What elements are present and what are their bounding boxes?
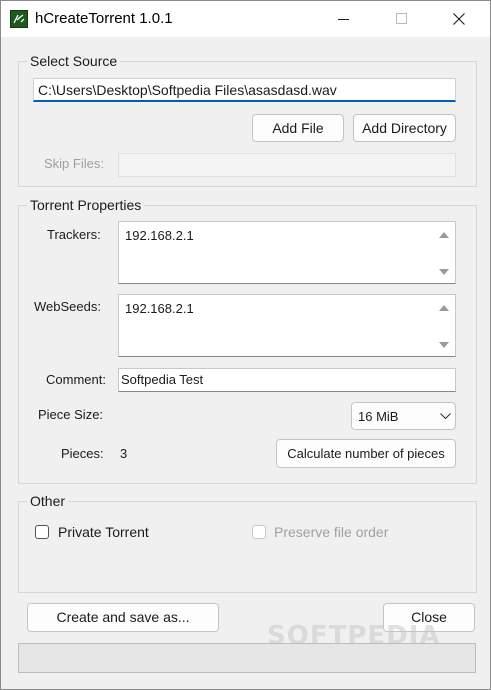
title-bar[interactable]: hCreateTorrent 1.0.1 <box>1 1 490 37</box>
comment-label: Comment: <box>46 372 106 387</box>
other-label: Other <box>27 493 69 509</box>
add-file-button[interactable]: Add File <box>252 114 344 142</box>
trackers-label: Trackers: <box>47 227 101 242</box>
window-title: hCreateTorrent 1.0.1 <box>35 10 173 27</box>
trackers-value: 192.168.2.1 <box>125 228 194 243</box>
pieces-count: 3 <box>120 446 128 461</box>
pieces-label: Pieces: <box>61 446 104 461</box>
minimize-button[interactable] <box>321 1 367 37</box>
piece-size-select[interactable]: 16 MiB <box>351 402 456 430</box>
scroll-up-icon[interactable] <box>437 228 451 242</box>
private-torrent-checkbox[interactable] <box>35 525 49 539</box>
close-icon <box>453 13 465 25</box>
comment-input[interactable]: Softpedia Test <box>118 368 456 392</box>
chevron-down-icon <box>440 413 451 420</box>
select-source-label: Select Source <box>27 53 121 69</box>
scroll-up-icon[interactable] <box>437 301 451 315</box>
preserve-file-order-label: Preserve file order <box>274 524 389 540</box>
progress-bar <box>18 643 476 673</box>
scroll-down-icon[interactable] <box>437 338 451 352</box>
webseeds-value: 192.168.2.1 <box>125 301 194 316</box>
add-directory-button[interactable]: Add Directory <box>353 114 456 142</box>
source-path-input[interactable]: C:\Users\Desktop\Softpedia Files\asasdas… <box>33 78 456 102</box>
webseeds-label: WebSeeds: <box>34 299 101 314</box>
scroll-down-icon[interactable] <box>437 265 451 279</box>
webseeds-textarea[interactable]: 192.168.2.1 <box>118 294 456 357</box>
skip-files-label: Skip Files: <box>44 156 104 171</box>
piece-size-value: 16 MiB <box>358 409 399 424</box>
close-window-button[interactable] <box>436 1 482 37</box>
minimize-icon <box>338 19 349 20</box>
preserve-file-order-checkbox <box>252 525 266 539</box>
piece-size-label: Piece Size: <box>38 407 104 422</box>
other-group: Other <box>18 493 477 593</box>
skip-files-input <box>118 153 456 177</box>
trackers-textarea[interactable]: 192.168.2.1 <box>118 221 456 284</box>
calculate-pieces-button[interactable]: Calculate number of pieces <box>276 439 456 468</box>
create-and-save-button[interactable]: Create and save as... <box>27 603 219 632</box>
private-torrent-label[interactable]: Private Torrent <box>58 524 149 540</box>
main-window: hCreateTorrent 1.0.1 Select Source C:\Us… <box>0 0 491 690</box>
maximize-icon <box>396 13 407 24</box>
torrent-properties-label: Torrent Properties <box>27 197 145 213</box>
maximize-button[interactable] <box>377 1 423 37</box>
app-icon <box>10 10 28 28</box>
